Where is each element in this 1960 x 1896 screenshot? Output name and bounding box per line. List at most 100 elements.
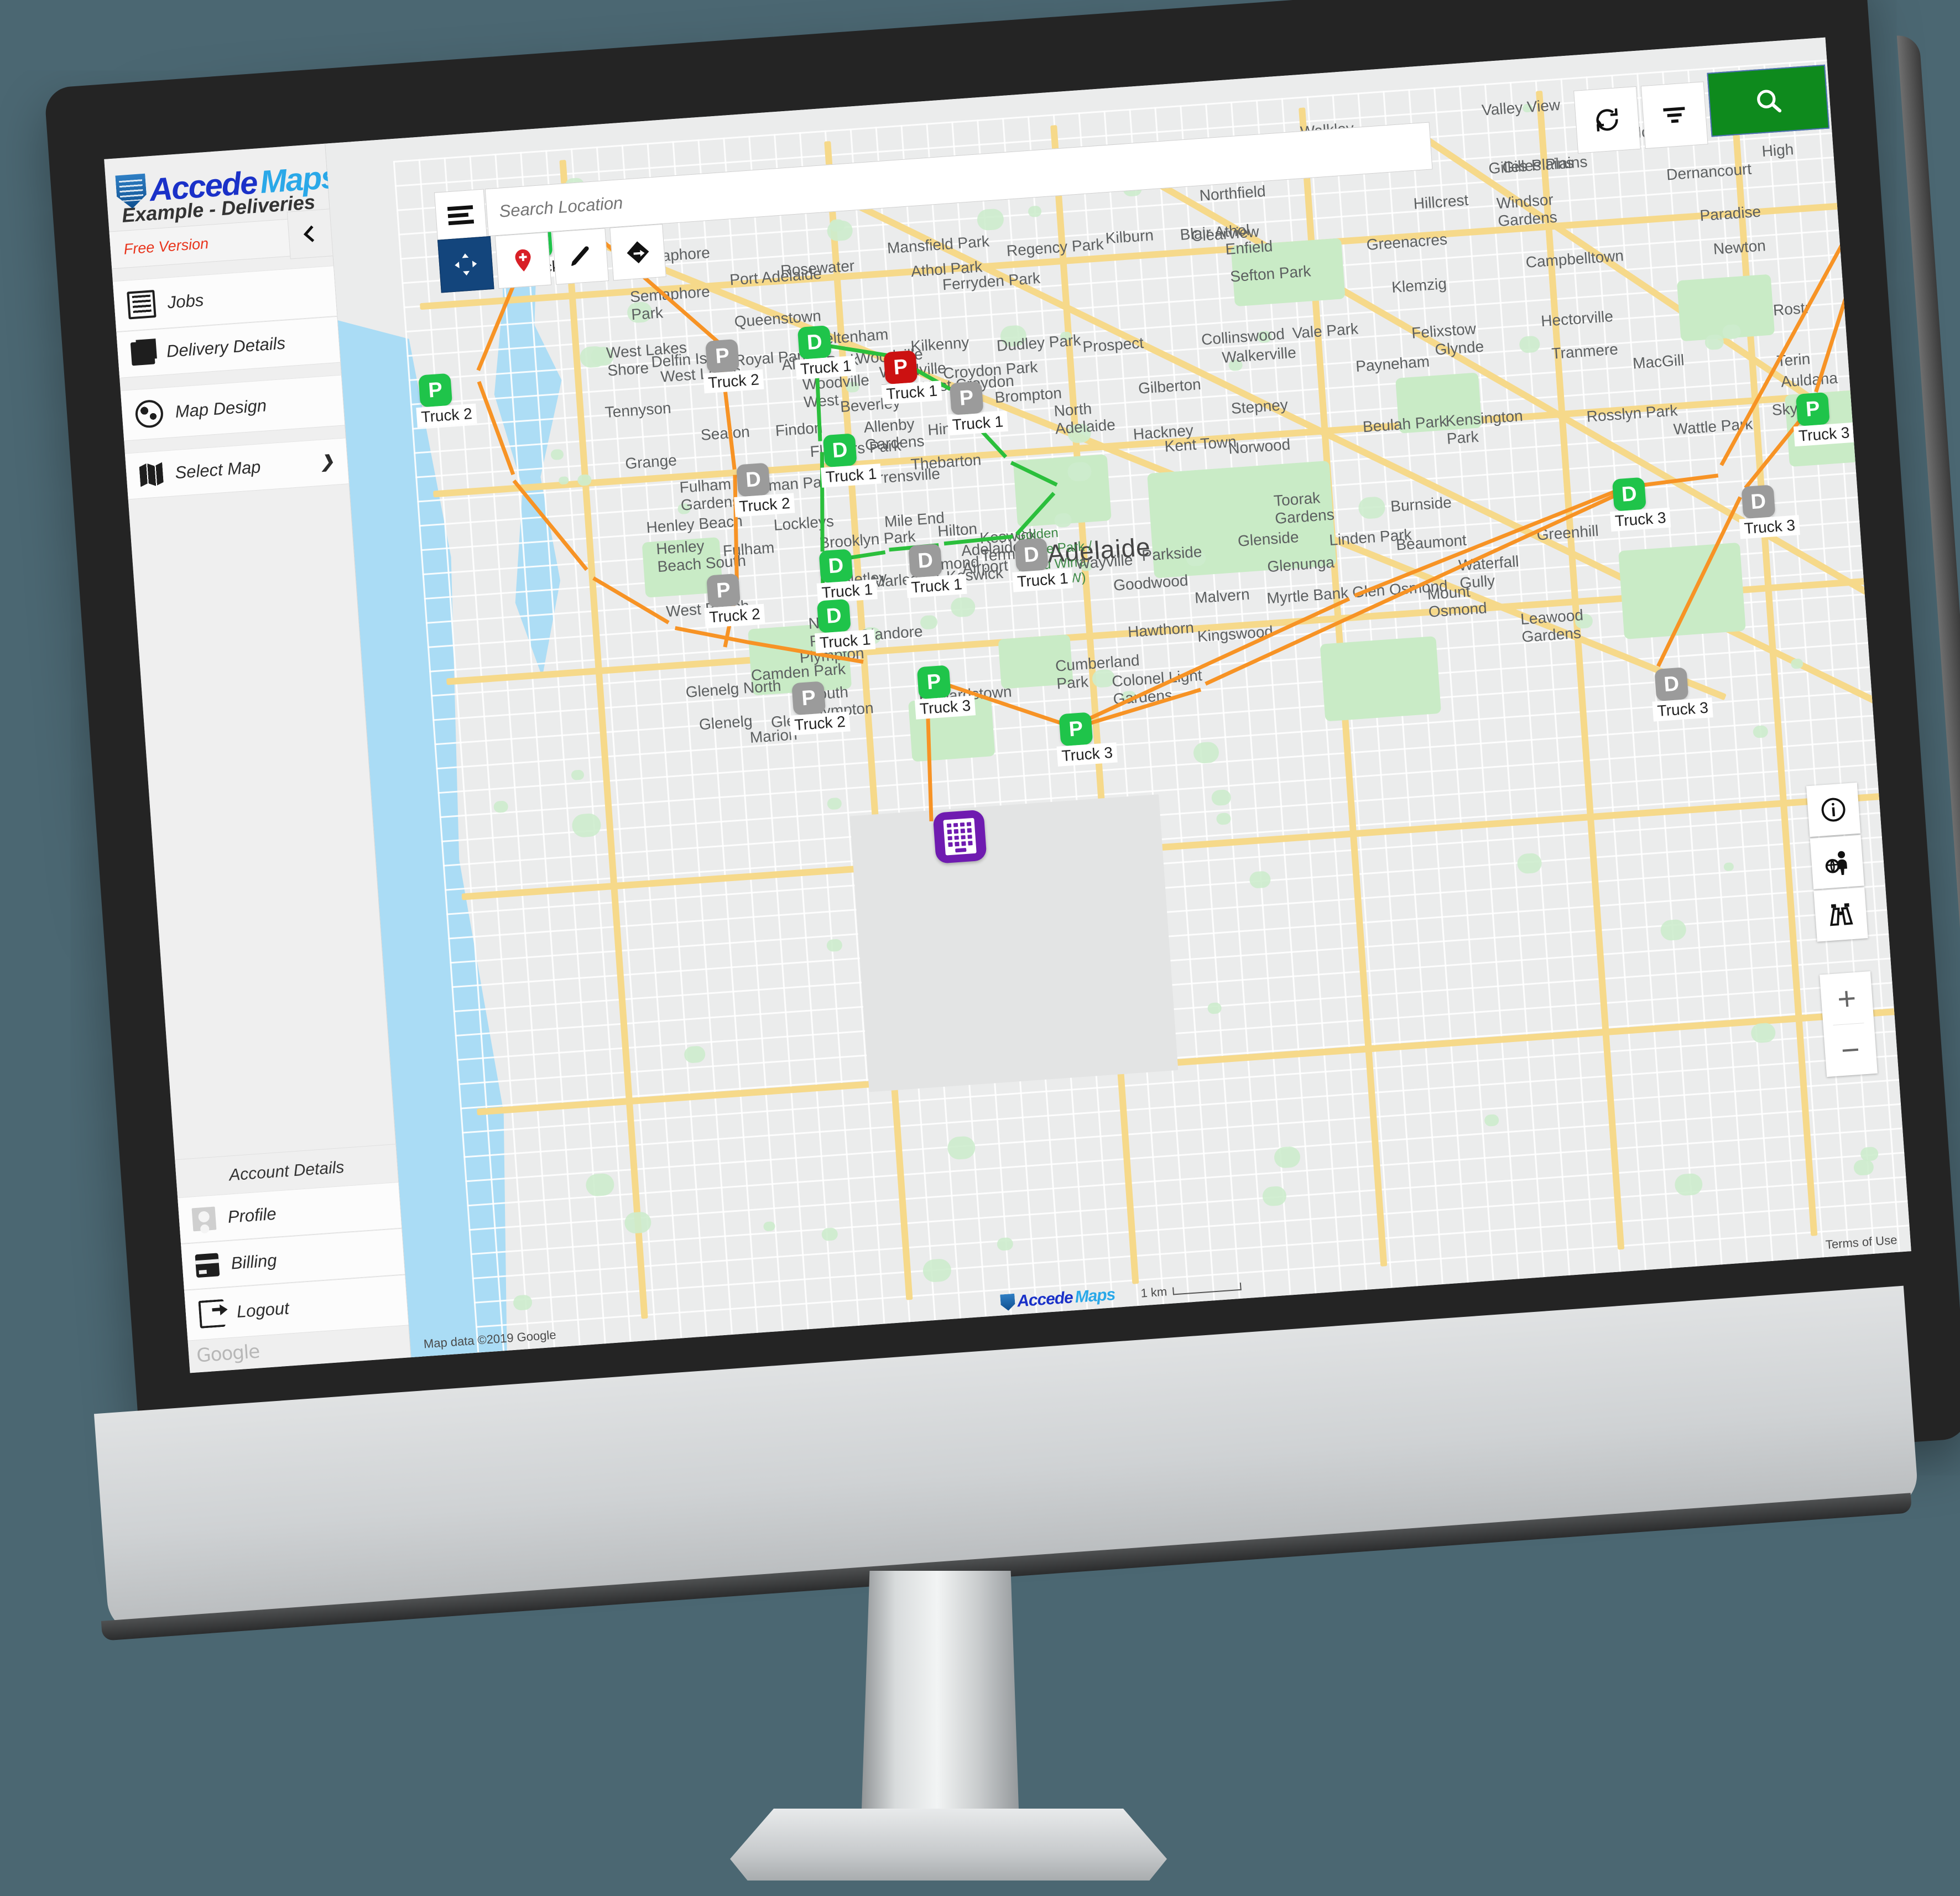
map-place-label: Leawood Gardens — [1520, 606, 1585, 646]
marker-tool-button[interactable] — [495, 232, 552, 289]
map-marker-delivery[interactable]: D — [908, 544, 942, 578]
sidebar-item-map-design[interactable]: Map Design — [121, 374, 345, 441]
hamburger-icon — [447, 202, 474, 228]
map-park-small — [821, 1227, 838, 1241]
map-marker-label: Truck 1 — [815, 629, 876, 654]
move-arrows-icon — [452, 251, 480, 279]
map-marker-pickup[interactable]: P — [705, 339, 739, 373]
map-icon — [139, 462, 164, 487]
zoom-in-button[interactable]: + — [1820, 971, 1874, 1025]
map-menu-button[interactable] — [434, 189, 487, 241]
sidebar-collapse-button[interactable] — [287, 209, 333, 259]
map-park-small — [577, 474, 592, 486]
map-marker-pickup[interactable]: P — [1796, 392, 1830, 426]
search-icon — [1753, 85, 1784, 116]
map-place-label: West Lakes Shore — [606, 338, 689, 379]
map-airport — [849, 794, 1178, 1092]
map-park-small — [1660, 919, 1686, 941]
sidebar-item-label: Logout — [236, 1299, 290, 1322]
info-icon — [1818, 794, 1849, 825]
map-marker-label: Truck 2 — [734, 493, 795, 517]
map-marker-label: Truck 3 — [1739, 515, 1801, 539]
map-marker-label: Truck 1 — [947, 412, 1009, 436]
zoom-out-button[interactable]: − — [1823, 1023, 1878, 1077]
map-place-label: Toorak Gardens — [1273, 488, 1335, 528]
nav-group-account: Profile Billing Logout — [178, 1182, 408, 1341]
map-place-label: Windsor Gardens — [1496, 191, 1558, 230]
map-marker-pickup[interactable]: P — [950, 381, 984, 415]
monitor-stand-base — [730, 1809, 1167, 1881]
map-place-label: Glynde — [1434, 338, 1484, 359]
map-marker-delivery[interactable]: D — [823, 433, 857, 467]
map-place-label: Kensington Park — [1445, 407, 1525, 448]
line-tool-button[interactable] — [552, 228, 609, 285]
box-icon — [131, 341, 155, 366]
map-marker-pickup[interactable]: P — [883, 350, 918, 384]
map-marker-delivery[interactable]: D — [1741, 485, 1775, 519]
map-park — [1320, 636, 1441, 721]
pan-tool-button[interactable] — [437, 236, 494, 293]
app-screen: Accede Maps Example - Deliveries Free Ver… — [104, 38, 1911, 1373]
monitor-mockup: Accede Maps Example - Deliveries Free Ver… — [0, 0, 1960, 1896]
map-marker-label: Truck 3 — [1794, 423, 1855, 447]
map-marker-delivery[interactable]: D — [819, 549, 853, 583]
depot-marker[interactable] — [932, 810, 987, 864]
info-button[interactable] — [1806, 783, 1860, 837]
map-marker-label: Truck 3 — [1652, 697, 1713, 722]
chevron-left-icon — [298, 222, 322, 246]
warehouse-icon — [943, 818, 976, 856]
map-marker-pickup[interactable]: P — [706, 574, 741, 608]
map-marker-pickup[interactable]: P — [1059, 712, 1093, 746]
sidebar-item-label: Map Design — [175, 395, 268, 422]
map-place-label: Mount Osmond — [1427, 581, 1488, 621]
binoculars-button[interactable] — [1813, 887, 1868, 941]
map-place-label: Fulham — [722, 539, 775, 560]
pencil-icon — [566, 242, 595, 270]
sidebar-item-label: Delivery Details — [166, 333, 286, 361]
map-marker-delivery[interactable]: D — [736, 462, 770, 497]
map-place-label: Seaton — [700, 423, 750, 444]
map-marker-label: Truck 2 — [789, 711, 851, 736]
filter-button[interactable] — [1641, 81, 1708, 149]
map-marker-label: Truck 2 — [416, 404, 477, 428]
sidebar-spacer — [128, 484, 395, 1159]
refresh-button[interactable] — [1573, 86, 1641, 154]
scalebar-bar — [1172, 1283, 1242, 1295]
map-top-right-tools — [1573, 81, 1708, 153]
map-place-label: Findon — [775, 419, 823, 440]
map-marker-delivery[interactable]: D — [797, 325, 832, 360]
map-pin-icon — [509, 246, 537, 274]
scalebar-label: 1 km — [1140, 1284, 1167, 1300]
map-marker-pickup[interactable]: P — [791, 681, 826, 715]
street-view-icon — [1822, 847, 1853, 878]
route-arrow — [1881, 154, 1892, 160]
route-arrow — [1879, 162, 1890, 166]
map-marker-label: Truck 1 — [1012, 568, 1073, 592]
map-place-label: High — [1761, 140, 1795, 160]
polygon-icon — [624, 238, 652, 267]
map-place-label: Glenelg — [698, 712, 753, 734]
map-marker-delivery[interactable]: D — [1612, 477, 1646, 512]
map-place-label: Kilburn — [1105, 226, 1154, 247]
nav-group-primary: Jobs Delivery Details — [113, 265, 340, 378]
map-marker-label: Truck 2 — [704, 604, 765, 628]
sidebar-item-label: Profile — [227, 1204, 277, 1227]
map-park-small — [493, 800, 508, 812]
refresh-icon — [1592, 105, 1623, 136]
map-marker-label: Truck 1 — [882, 381, 943, 405]
map-marker-delivery[interactable]: D — [817, 599, 851, 633]
map-canvas[interactable]: AdelaideWalkleyHeightsValley ViewGilles … — [325, 38, 1911, 1358]
street-view-button[interactable] — [1810, 835, 1864, 889]
map-terms-link[interactable]: Terms of Use — [1825, 1233, 1898, 1252]
map-marker-pickup[interactable]: P — [917, 665, 951, 699]
shape-tool-button[interactable] — [609, 224, 666, 281]
map-marker-delivery[interactable]: D — [1014, 538, 1049, 572]
map-marker-label: Truck 1 — [906, 574, 967, 598]
credit-card-icon — [195, 1253, 220, 1278]
map-marker-pickup[interactable]: P — [418, 373, 452, 408]
sidebar-item-label: Jobs — [167, 290, 205, 313]
search-submit-button[interactable] — [1707, 65, 1829, 137]
map-place-label: North Adelaide — [1054, 398, 1116, 438]
sidebar-item-label: Select Map — [174, 457, 261, 483]
map-marker-delivery[interactable]: D — [1654, 667, 1688, 701]
